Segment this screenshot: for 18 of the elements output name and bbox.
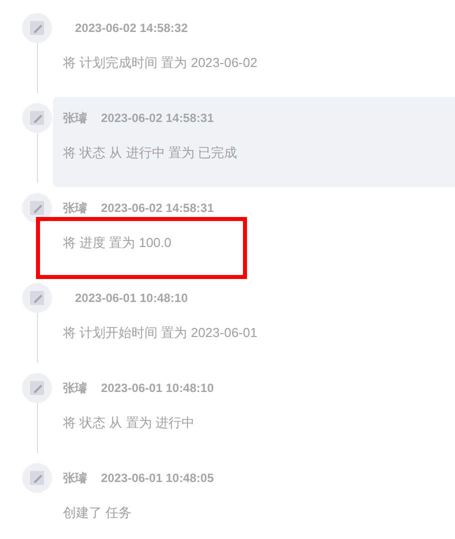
edit-avatar-icon	[22, 463, 52, 493]
activity-text: 创建了 任务	[63, 505, 132, 520]
user-name: 张璿	[63, 381, 87, 395]
timestamp: 2023-06-02 14:58:31	[101, 201, 214, 215]
activity-text: 将 状态 从 置为 进行中	[63, 415, 194, 430]
user-name: 张璿	[63, 471, 87, 485]
timestamp: 2023-06-02 14:58:32	[75, 21, 188, 35]
edit-avatar-icon	[22, 193, 52, 223]
activity-text: 将 计划开始时间 置为 2023-06-01	[63, 325, 258, 340]
activity-text: 将 计划完成时间 置为 2023-06-02	[63, 55, 258, 70]
timestamp: 2023-06-02 14:58:31	[101, 111, 214, 125]
timestamp: 2023-06-01 10:48:10	[101, 381, 214, 395]
timestamp: 2023-06-01 10:48:05	[101, 471, 214, 485]
activity-text: 将 进度 置为 100.0	[63, 235, 172, 250]
timestamp: 2023-06-01 10:48:10	[75, 291, 188, 305]
activity-text: 将 状态 从 进行中 置为 已完成	[63, 145, 238, 160]
user-name: 张璿	[63, 201, 87, 215]
user-name: 张璿	[63, 111, 87, 125]
